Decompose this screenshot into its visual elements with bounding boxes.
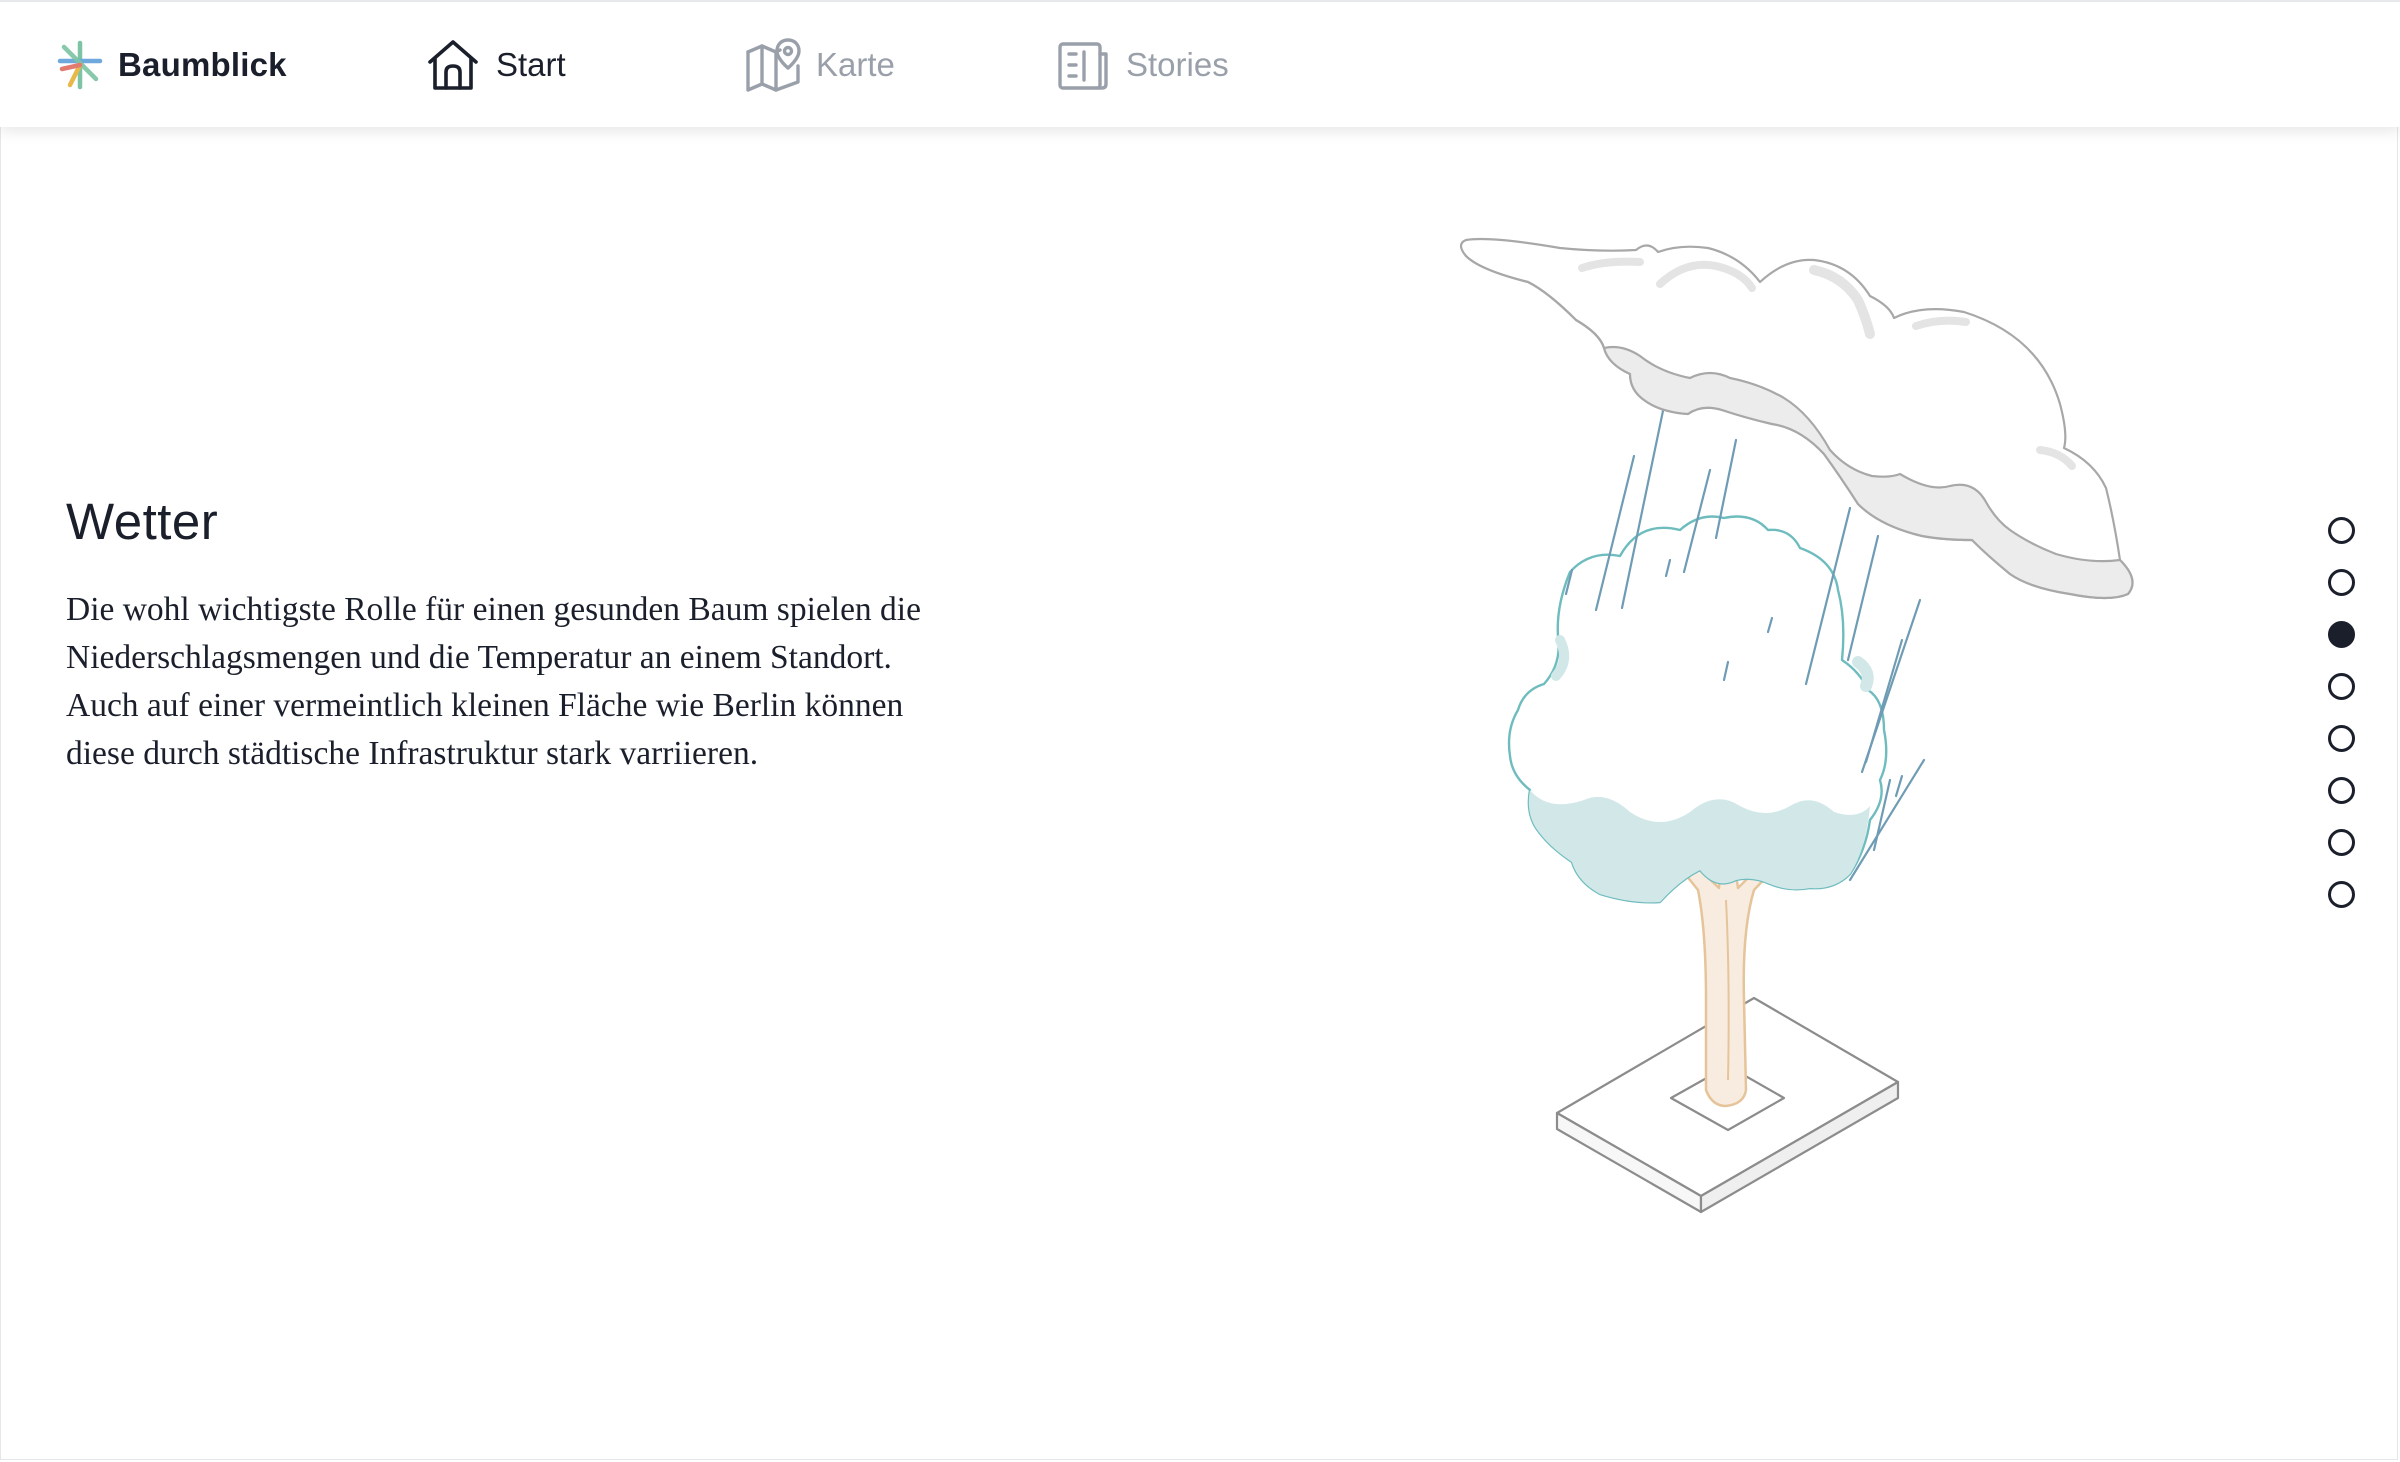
step-indicator — [2328, 517, 2364, 933]
newspaper-icon — [1058, 42, 1108, 90]
section-body-text: Die wohl wichtigste Rolle für einen gesu… — [66, 591, 921, 772]
nav-item-stories[interactable]: Stories — [1054, 36, 1229, 94]
step-dot-7[interactable] — [2328, 829, 2355, 856]
nav-label-karte: Karte — [816, 46, 895, 83]
home-icon — [428, 40, 478, 90]
step-dot-5[interactable] — [2328, 725, 2355, 752]
brand-name: Baumblick — [118, 46, 287, 83]
nav-item-start[interactable]: Start — [424, 36, 566, 94]
brand-logo-link[interactable]: Baumblick — [54, 40, 287, 90]
nav-item-karte[interactable]: Karte — [744, 36, 895, 94]
nav-label-start: Start — [496, 46, 566, 83]
tree-crown-icon — [1507, 515, 1888, 904]
tree-with-rain-cloud-illustration — [1459, 237, 2134, 1214]
step-dot-6[interactable] — [2328, 777, 2355, 804]
step-dot-1[interactable] — [2328, 517, 2355, 544]
step-dot-2[interactable] — [2328, 569, 2355, 596]
map-pin-icon — [746, 38, 801, 92]
nav-label-stories: Stories — [1126, 46, 1229, 83]
baumblick-logo-icon — [57, 40, 103, 90]
top-navigation: Baumblick Start Karte Stories — [0, 0, 2400, 127]
section-title: Wetter — [66, 493, 219, 550]
step-dot-8[interactable] — [2328, 881, 2355, 908]
step-dot-3[interactable] — [2328, 621, 2355, 648]
step-dot-4[interactable] — [2328, 673, 2355, 700]
